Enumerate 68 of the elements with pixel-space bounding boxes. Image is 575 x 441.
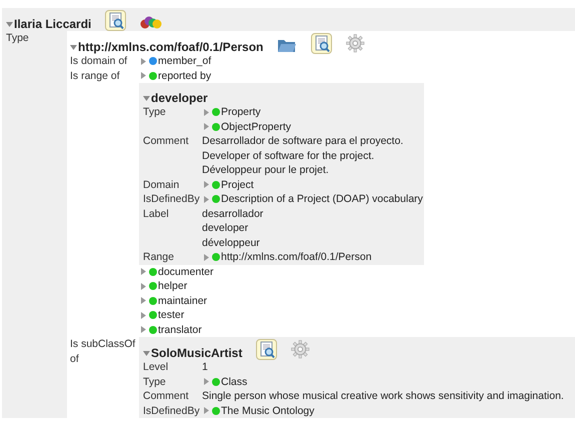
resource-link[interactable]: member_of: [158, 55, 212, 68]
property-label: Is domain of: [70, 54, 128, 68]
collapse-arrow-icon[interactable]: [6, 21, 13, 28]
expand-arrow-icon[interactable]: [140, 297, 147, 304]
resource-link[interactable]: Description of a Project (DOAP) vocabulary: [221, 193, 423, 206]
property-label: Comment: [143, 134, 190, 149]
resource-link[interactable]: http://xmlns.com/foaf/0.1/Person: [221, 251, 372, 264]
settings-icon[interactable]: [291, 340, 310, 359]
resource-link[interactable]: Property: [221, 106, 261, 118]
magnifier-document-icon: [108, 12, 124, 30]
expand-arrow-icon[interactable]: [203, 254, 210, 261]
expand-arrow-icon[interactable]: [203, 196, 210, 203]
resource-title[interactable]: SoloMusicArtist: [151, 346, 242, 360]
property-label: Type: [143, 105, 167, 120]
property-label: IsDefinedBy: [143, 404, 201, 418]
property-label: Comment: [143, 389, 190, 404]
property-value: Developer of software for the project.: [202, 148, 376, 163]
people-icon[interactable]: [140, 16, 162, 30]
property-value: Développeur pour le projet.: [202, 163, 330, 178]
expand-arrow-icon[interactable]: [203, 123, 210, 130]
resource-link[interactable]: Class: [221, 376, 248, 388]
property-value: developer: [202, 221, 250, 236]
resource-link[interactable]: helper: [158, 280, 188, 292]
expand-arrow-icon[interactable]: [140, 312, 147, 319]
property-label: Range: [143, 250, 175, 264]
resource-link[interactable]: translator: [158, 324, 202, 336]
expand-arrow-icon[interactable]: [140, 72, 147, 80]
expand-arrow-icon[interactable]: [203, 181, 210, 188]
expand-arrow-icon[interactable]: [203, 407, 210, 414]
inspect-button[interactable]: [105, 10, 126, 31]
property-label: Label: [143, 206, 170, 222]
resource-title[interactable]: developer: [151, 91, 208, 105]
resource-link[interactable]: The Music Ontology: [221, 404, 314, 417]
resource-link[interactable]: maintainer: [158, 294, 208, 307]
collapse-arrow-icon[interactable]: [70, 44, 77, 51]
expand-arrow-icon[interactable]: [203, 108, 210, 116]
folder-icon[interactable]: [277, 37, 298, 53]
resource-link[interactable]: Project: [221, 178, 254, 191]
settings-icon[interactable]: [346, 34, 366, 53]
resource-title[interactable]: http://xmlns.com/foaf/0.1/Person: [78, 40, 264, 54]
magnifier-document-icon: [258, 340, 275, 358]
property-value: développeur: [202, 236, 261, 250]
magnifier-document-icon: [314, 34, 330, 52]
property-value: desarrollador: [202, 206, 264, 221]
property-label: IsDefinedBy: [143, 192, 201, 206]
expand-arrow-icon[interactable]: [140, 326, 147, 334]
property-value: Single person whose musical creative work shows sensitivity and imagination.: [202, 389, 565, 404]
inspect-button[interactable]: [311, 33, 332, 54]
property-label: Type: [143, 374, 167, 389]
property-label: Is range of: [70, 68, 121, 84]
property-label: Type: [6, 31, 30, 46]
property-label: Level: [143, 360, 170, 374]
resource-link[interactable]: tester: [158, 309, 184, 322]
expand-arrow-icon[interactable]: [140, 58, 147, 65]
resource-link[interactable]: reported by: [158, 70, 212, 82]
collapse-arrow-icon[interactable]: [143, 350, 150, 357]
expand-arrow-icon[interactable]: [203, 378, 210, 386]
resource-link[interactable]: documenter: [158, 266, 214, 278]
property-value: Desarrollador de software para el proyecto.: [202, 134, 404, 148]
expand-arrow-icon[interactable]: [140, 268, 147, 276]
collapse-arrow-icon[interactable]: [143, 95, 150, 102]
resource-title[interactable]: Ilaria Liccardi: [14, 17, 92, 31]
property-label: Is subClassOf of: [70, 337, 136, 366]
property-value: 1: [202, 360, 209, 374]
property-label: Domain: [143, 178, 180, 192]
resource-link[interactable]: ObjectProperty: [221, 120, 292, 133]
inspect-button[interactable]: [256, 339, 278, 360]
expand-arrow-icon[interactable]: [140, 282, 147, 290]
